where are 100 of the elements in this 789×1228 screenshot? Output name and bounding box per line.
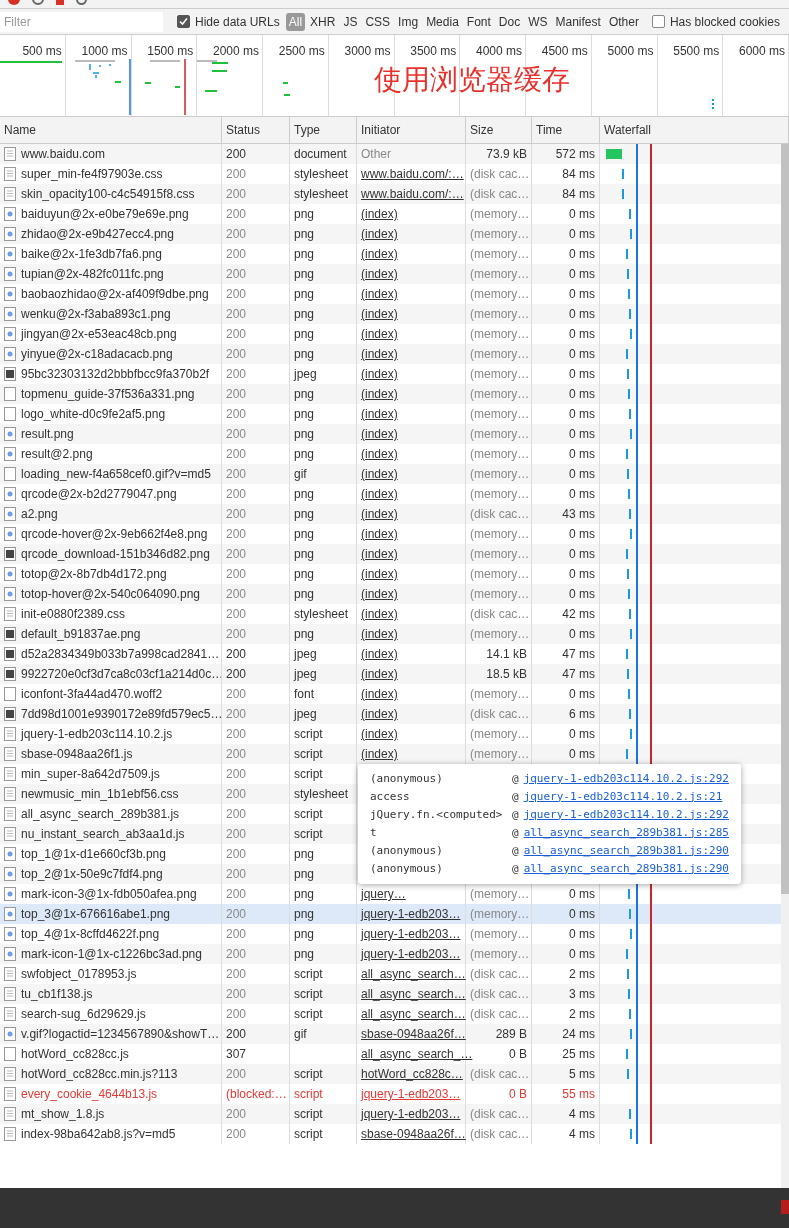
status-code: 200: [226, 507, 247, 521]
resource-type: png: [294, 227, 315, 241]
resource-type: png: [294, 947, 315, 961]
resource-type: png: [294, 487, 315, 501]
request-name: tupian@2x-482fc011fc.png: [21, 266, 164, 283]
status-code: 200: [226, 1127, 247, 1141]
time-tick-label: 500 ms: [22, 44, 62, 58]
status-code: 200: [226, 287, 247, 301]
at-sign: @: [512, 770, 519, 787]
time-value: 0 ms: [569, 687, 595, 701]
status-code: 200: [226, 427, 247, 441]
time-value: 47 ms: [562, 647, 595, 661]
status-code: 200: [226, 527, 247, 541]
resource-type: png: [294, 867, 315, 881]
resource-type: jpeg: [294, 647, 317, 661]
status-code: 200: [226, 1067, 247, 1081]
size-value: (memory…: [470, 247, 530, 261]
status-code: 200: [226, 787, 247, 801]
function-name: (anonymous): [370, 842, 444, 859]
resource-type: stylesheet: [294, 607, 349, 621]
resource-type: png: [294, 527, 315, 541]
time-value: 0 ms: [569, 727, 595, 741]
request-name: default_b91837ae.png: [21, 626, 141, 643]
size-value: (memory…: [470, 387, 530, 401]
time-tick-label: 4500 ms: [541, 44, 588, 58]
time-tick-label: 3500 ms: [410, 44, 457, 58]
size-value: (memory…: [470, 547, 530, 561]
status-code: 200: [226, 987, 247, 1001]
request-name: baiduyun@2x-e0be79e69e.png: [21, 206, 189, 223]
status-code: 200: [226, 447, 247, 461]
blocked-cookies-label: Has blocked cookies: [669, 13, 780, 31]
status-code: (blocked:…: [226, 1087, 287, 1101]
time-value: 2 ms: [569, 1007, 595, 1021]
status-code: 200: [226, 367, 247, 381]
status-code: 200: [226, 167, 247, 181]
size-value: (disk cac…: [470, 607, 530, 621]
request-name: hotWord_cc828cc.min.js?113: [21, 1066, 178, 1083]
status-code: 200: [226, 487, 247, 501]
status-code: 200: [226, 207, 247, 221]
request-name: tu_cb1f138.js: [21, 986, 93, 1003]
time-tick-label: 5500 ms: [673, 44, 720, 58]
request-name: qrcode_download-151b346d82.png: [21, 546, 210, 563]
request-name: qrcode-hover@2x-9eb662f4e8.png: [21, 526, 208, 543]
request-name: iconfont-3fa44ad470.woff2: [21, 686, 163, 703]
size-value: 0 B: [509, 1087, 527, 1101]
time-tick-label: 1500 ms: [147, 44, 194, 58]
resource-type: script: [294, 747, 323, 761]
request-name: totop@2x-8b7db4d172.png: [21, 566, 167, 583]
size-value: (memory…: [470, 487, 530, 501]
request-name: jquery-1-edb203c114.10.2.js: [21, 726, 173, 743]
request-name: skin_opacity100-c4c54915f8.css: [21, 186, 195, 203]
function-name: (anonymous): [370, 860, 444, 877]
size-value: (memory…: [470, 287, 530, 301]
size-value: (memory…: [470, 927, 530, 941]
request-name: nu_instant_search_ab3aa1d.js: [21, 826, 185, 843]
request-name: mark-icon-3@1x-fdb050afea.png: [21, 886, 197, 903]
time-value: 0 ms: [569, 427, 595, 441]
hide-data-urls-label: Hide data URLs: [195, 13, 280, 31]
time-value: 0 ms: [569, 327, 595, 341]
resource-type: gif: [294, 467, 307, 481]
time-value: 84 ms: [562, 187, 595, 201]
status-code: 200: [226, 867, 247, 881]
resource-type: script: [294, 727, 323, 741]
status-code: 200: [226, 587, 247, 601]
size-value: (memory…: [470, 427, 530, 441]
status-code: 200: [226, 887, 247, 901]
size-value: (disk cac…: [470, 707, 530, 721]
resource-type: font: [294, 687, 314, 701]
time-value: 0 ms: [569, 527, 595, 541]
request-name: topmenu_guide-37f536a331.png: [21, 386, 195, 403]
time-value: 55 ms: [562, 1087, 595, 1101]
time-value: 0 ms: [569, 447, 595, 461]
request-name: baike@2x-1fe3db7fa6.png: [21, 246, 162, 263]
time-value: 42 ms: [562, 607, 595, 621]
status-code: 200: [226, 667, 247, 681]
size-value: 14.1 kB: [486, 647, 527, 661]
status-code: 200: [226, 627, 247, 641]
resource-type: script: [294, 1007, 323, 1021]
time-value: 0 ms: [569, 547, 595, 561]
status-code: 200: [226, 1107, 247, 1121]
status-code: 200: [226, 407, 247, 421]
resource-type: stylesheet: [294, 167, 349, 181]
resource-type: script: [294, 1087, 323, 1101]
time-value: 0 ms: [569, 927, 595, 941]
request-name: qrcode@2x-b2d2779047.png: [21, 486, 177, 503]
size-value: (disk cac…: [470, 1007, 530, 1021]
at-sign: @: [512, 806, 519, 823]
time-value: 5 ms: [569, 1067, 595, 1081]
status-code: 200: [226, 347, 247, 361]
size-value: (memory…: [470, 467, 530, 481]
request-name: loading_new-f4a658cef0.gif?v=md5: [21, 466, 211, 483]
resource-type: jpeg: [294, 667, 317, 681]
status-code: 200: [226, 1027, 247, 1041]
status-code: 200: [226, 547, 247, 561]
request-name: init-e0880f2389.css: [21, 606, 126, 623]
request-name: logo_white-d0c9fe2af5.png: [21, 406, 166, 423]
request-name: search-sug_6d29629.js: [21, 1006, 146, 1023]
at-sign: @: [512, 842, 519, 859]
time-value: 0 ms: [569, 947, 595, 961]
resource-type: png: [294, 567, 315, 581]
